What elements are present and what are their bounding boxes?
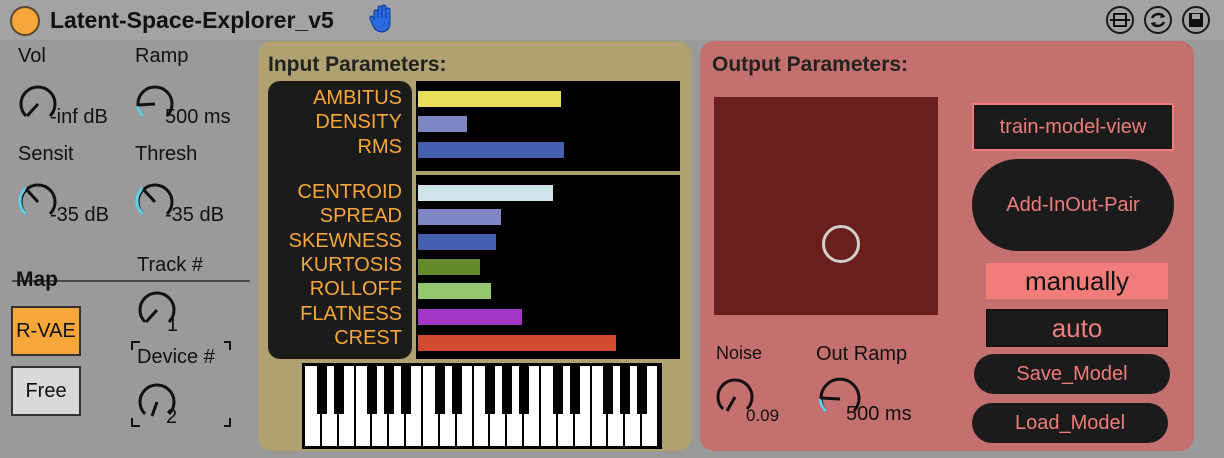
param-label-spread: SPREAD (319, 205, 402, 227)
param-label-rolloff: ROLLOFF (309, 278, 402, 300)
param-bar-rms[interactable] (418, 142, 564, 158)
ramp-value: 500 ms (165, 106, 231, 128)
save-icon (1189, 13, 1203, 27)
device-value: 2 (166, 406, 178, 428)
track-label: Track # (137, 254, 203, 276)
free-button[interactable]: Free (11, 366, 81, 416)
track-value: 1 (167, 314, 179, 336)
piano-black-key[interactable] (333, 366, 344, 414)
save-preset-button[interactable] (1182, 6, 1210, 34)
rvae-button[interactable]: R-VAE (11, 306, 81, 356)
xy-pad[interactable] (714, 97, 938, 315)
input-parameters-title: Input Parameters: (268, 53, 447, 76)
piano-black-key[interactable] (519, 366, 530, 414)
noise-value: 0.09 (746, 406, 780, 425)
xy-pad-handle[interactable] (822, 225, 860, 263)
piano-black-key[interactable] (620, 366, 631, 414)
power-button[interactable] (10, 6, 40, 36)
out-ramp-value: 500 ms (846, 403, 912, 425)
thresh-value: -35 dB (165, 204, 224, 226)
param-label-flatness: FLATNESS (300, 303, 402, 325)
multislider-bottom[interactable] (416, 175, 680, 359)
piano-black-key[interactable] (485, 366, 496, 414)
ramp-label: Ramp (135, 45, 189, 67)
param-bar-crest[interactable] (418, 335, 616, 351)
output-parameters-panel: Output Parameters: train-model-view Add-… (700, 41, 1194, 451)
param-bar-centroid[interactable] (418, 185, 553, 201)
parameter-labels: AMBITUS DENSITY RMS CENTROID SPREAD SKEW… (268, 81, 412, 359)
multislider-top[interactable] (416, 81, 680, 171)
piano-black-key[interactable] (552, 366, 563, 414)
param-label-kurtosis: KURTOSIS (300, 254, 402, 276)
param-bar-kurtosis[interactable] (418, 259, 480, 275)
device-title-bar: Latent-Space-Explorer_v5 (0, 0, 1224, 40)
piano-black-key[interactable] (451, 366, 462, 414)
param-label-ambitus: AMBITUS (313, 87, 402, 109)
piano-black-key[interactable] (603, 366, 614, 414)
param-bar-density[interactable] (418, 116, 467, 132)
param-label-density: DENSITY (315, 111, 402, 133)
noise-label: Noise (716, 343, 763, 363)
param-label-rms: RMS (357, 136, 402, 158)
hot-swap-button[interactable] (1144, 6, 1172, 34)
piano-black-key[interactable] (569, 366, 580, 414)
piano-black-key[interactable] (401, 366, 412, 414)
out-ramp-label: Out Ramp (816, 343, 908, 365)
param-label-skewness: SKEWNESS (288, 230, 402, 252)
sensit-value: -35 dB (50, 204, 109, 226)
fold-button[interactable] (1106, 6, 1134, 34)
collapse-icon (1110, 13, 1130, 27)
thresh-label: Thresh (135, 143, 198, 165)
left-control-panel: Vol -inf dB Ramp 500 ms Sensit -35 dB Th… (0, 40, 256, 458)
add-inout-pair-button[interactable]: Add-InOut-Pair (972, 159, 1174, 251)
param-bar-ambitus[interactable] (418, 91, 561, 107)
param-bar-spread[interactable] (418, 209, 501, 225)
swap-icon (1150, 12, 1166, 28)
param-bar-skewness[interactable] (418, 234, 496, 250)
hand-icon (369, 4, 391, 33)
auto-option[interactable]: auto (986, 309, 1168, 347)
piano-black-key[interactable] (637, 366, 648, 414)
sensit-label: Sensit (18, 143, 74, 165)
param-label-centroid: CENTROID (297, 181, 402, 203)
train-model-view-button[interactable]: train-model-view (972, 103, 1174, 151)
vol-value: -inf dB (50, 106, 108, 128)
input-parameters-panel: Input Parameters: AMBITUS DENSITY RMS CE… (258, 41, 692, 451)
param-bar-flatness[interactable] (418, 309, 522, 325)
piano-black-key[interactable] (502, 366, 513, 414)
device-title: Latent-Space-Explorer_v5 (50, 7, 334, 33)
vol-label: Vol (18, 45, 46, 67)
map-label: Map (16, 268, 58, 291)
manually-option[interactable]: manually (986, 263, 1168, 299)
piano-keyboard[interactable] (302, 363, 662, 449)
param-bar-rolloff[interactable] (418, 283, 491, 299)
piano-black-key[interactable] (434, 366, 445, 414)
piano-black-key[interactable] (316, 366, 327, 414)
param-label-crest: CREST (334, 327, 402, 349)
save-model-button[interactable]: Save_Model (974, 354, 1170, 394)
load-model-button[interactable]: Load_Model (972, 403, 1168, 443)
piano-black-key[interactable] (384, 366, 395, 414)
piano-black-key[interactable] (367, 366, 378, 414)
output-parameters-title: Output Parameters: (712, 53, 909, 76)
